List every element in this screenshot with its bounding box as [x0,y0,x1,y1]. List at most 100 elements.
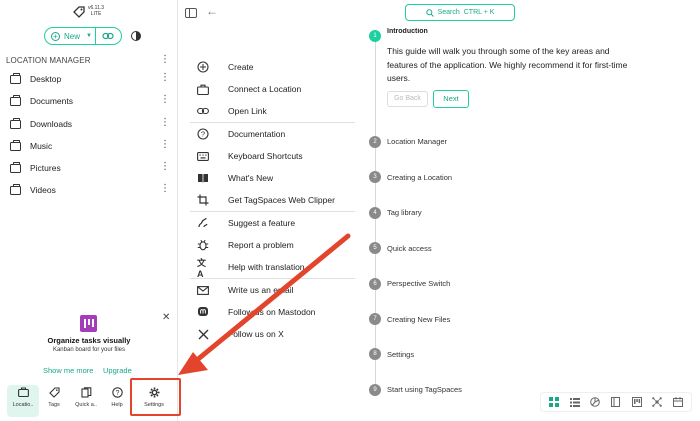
more-vert-icon[interactable]: ⋮ [160,72,170,83]
more-vert-icon[interactable]: ⋮ [160,183,170,194]
step-1-dot: 1 [369,30,381,42]
briefcase-icon [17,387,29,397]
menu-item-create[interactable]: Create [190,56,355,78]
nav-help[interactable]: ? Help [101,385,133,417]
nav-tags[interactable]: Tags [38,385,70,417]
sidebar-toggle-icon[interactable] [185,8,197,18]
bookmark-icon [80,386,91,398]
location-item-documents[interactable]: Documents ⋮ [0,91,178,113]
more-vert-icon[interactable]: ⋮ [160,117,170,128]
menu-item-x[interactable]: Follow us on X [190,323,355,345]
menu-item-translation[interactable]: 文A Help with translation [190,256,355,279]
step-7-dot: 7 [369,313,381,325]
location-manager-menu-icon[interactable]: ⋮ [160,54,170,65]
tag-icon [48,386,60,398]
upgrade-link[interactable]: Upgrade [103,366,132,375]
briefcase-icon [197,83,209,95]
location-item-downloads[interactable]: Downloads ⋮ [0,114,178,136]
menu-item-report-problem[interactable]: Report a problem [190,234,355,256]
x-icon [197,328,209,340]
location-item-desktop[interactable]: Desktop ⋮ [0,69,178,91]
intro-text: This guide will walk you through some of… [387,46,628,83]
tag-logo-icon [73,6,85,18]
step-1-title: Introduction [387,28,428,35]
step-8-label[interactable]: Settings [387,350,414,359]
location-item-music[interactable]: Music ⋮ [0,136,178,158]
location-manager-header: LOCATION MANAGER [6,56,91,65]
nav-quick-access[interactable]: Quick a.. [70,385,102,417]
crop-icon [197,194,209,206]
calendar-icon[interactable] [672,396,684,408]
menu-item-label: Create [228,62,254,72]
keyboard-icon [197,150,209,162]
mastodon-icon [197,306,209,318]
perspective-switcher [540,392,692,412]
step-2-label[interactable]: Location Manager [387,137,447,146]
menu-item-connect-location[interactable]: Connect a Location [190,78,355,100]
menu-item-email[interactable]: Write us an email [190,279,355,301]
sidebar: v6.11.3 LITE + New ▼ LOCATION MANAGER ⋮ … [0,0,178,421]
location-item-videos[interactable]: Videos ⋮ [0,180,178,202]
menu-item-documentation[interactable]: ? Documentation [190,123,355,145]
menu-item-open-link[interactable]: Open Link [190,100,355,122]
go-back-button[interactable]: Go Back [387,91,428,107]
search-label: Search [437,9,460,16]
more-vert-icon[interactable]: ⋮ [160,139,170,150]
search-shortcut: CTRL + K [463,9,495,16]
menu-item-label: Documentation [228,129,286,139]
menu-item-label: Follow us on X [228,329,284,339]
next-button[interactable]: Next [433,90,469,108]
menu-item-label: Suggest a feature [228,218,296,228]
plus-circle-icon: + [51,31,60,41]
menu-item-label: Connect a Location [228,84,302,94]
show-more-link[interactable]: Show me more [43,366,93,375]
location-label: Downloads [30,118,73,129]
step-9-label[interactable]: Start using TagSpaces [387,385,462,394]
back-arrow-icon[interactable]: ← [206,4,218,18]
step-5-label[interactable]: Quick access [387,244,432,253]
menu-item-label: Follow us on Mastodon [228,307,316,317]
grid-icon[interactable] [548,396,560,408]
svg-text:?: ? [201,130,205,139]
nav-label: Locatio.. [12,402,34,408]
more-vert-icon[interactable]: ⋮ [160,94,170,105]
book-icon[interactable] [610,396,622,408]
step-7-label[interactable]: Creating New Files [387,315,450,324]
more-vert-icon[interactable]: ⋮ [160,161,170,172]
location-label: Videos [30,185,56,196]
location-item-pictures[interactable]: Pictures ⋮ [0,158,178,180]
promo-close-icon[interactable]: ✕ [162,312,170,323]
kanban-icon[interactable] [631,396,643,408]
briefcase-icon [10,73,21,84]
gallery-icon[interactable] [589,396,601,408]
new-button-group: + New ▼ [44,27,122,45]
step-5-dot: 5 [369,242,381,254]
menu-item-web-clipper[interactable]: Get TagSpaces Web Clipper [190,189,355,211]
search-button[interactable]: Search CTRL + K [405,4,515,21]
step-9-dot: 9 [369,384,381,396]
menu-item-whats-new[interactable]: What's New [190,167,355,189]
nav-label: Help [111,402,123,408]
step-2-dot: 2 [369,136,381,148]
theme-toggle-icon[interactable] [131,31,141,41]
menu-item-keyboard-shortcuts[interactable]: Keyboard Shortcuts [190,145,355,167]
help-icon: ? [197,128,209,140]
location-label: Desktop [30,74,62,84]
menu-item-mastodon[interactable]: Follow us on Mastodon [190,301,355,323]
step-6-label[interactable]: Perspective Switch [387,279,450,288]
mail-icon [197,284,209,296]
step-6-dot: 6 [369,278,381,290]
nav-label: Tags [48,402,60,408]
new-button-label: New [64,31,81,41]
mindmap-icon[interactable] [651,396,663,408]
step-8-dot: 8 [369,348,381,360]
step-3-label[interactable]: Creating a Location [387,173,452,182]
step-4-label[interactable]: Tag library [387,208,422,217]
new-button[interactable]: + New ▼ [45,28,96,44]
list-icon[interactable] [569,396,581,408]
open-link-button[interactable] [96,28,121,44]
promo-subtitle: Kanban board for your files [52,347,126,353]
nav-label: Quick a.. [75,402,97,408]
menu-item-suggest-feature[interactable]: Suggest a feature [190,212,355,234]
nav-locations[interactable]: Locatio.. [7,385,39,417]
